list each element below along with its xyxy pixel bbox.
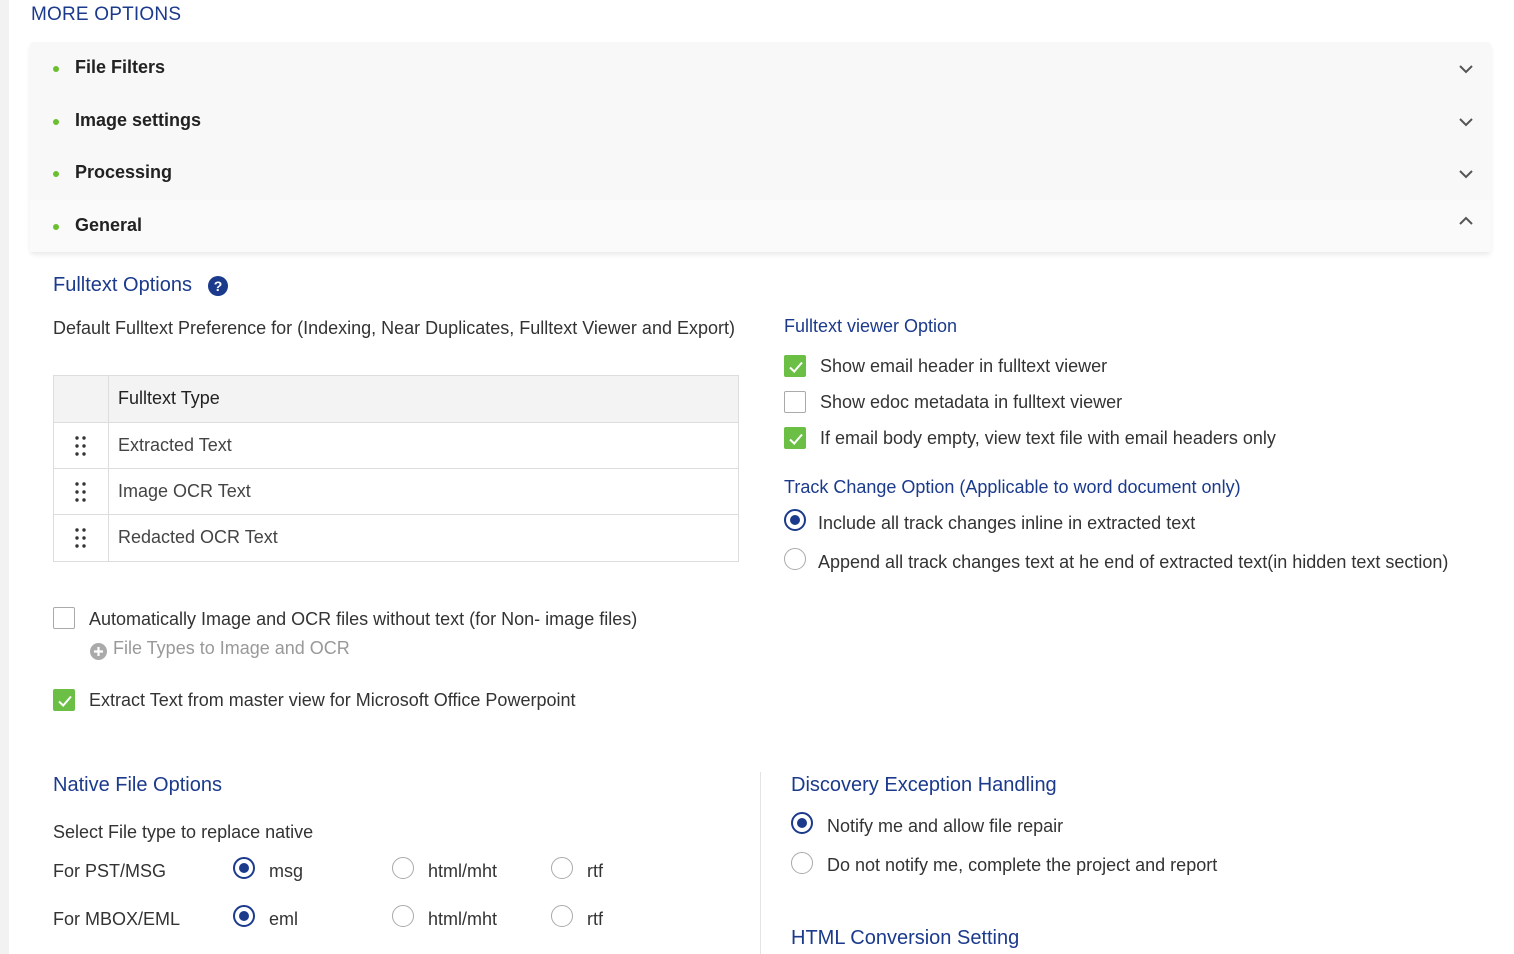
fulltext-type-cell: Image OCR Text [118,481,251,501]
column-divider [108,469,109,514]
table-header: Fulltext Type [54,376,738,423]
chevron-up-icon[interactable] [1459,214,1473,228]
table-row[interactable]: Redacted OCR Text [54,515,738,561]
auto-image-ocr-label: Automatically Image and OCR files withou… [89,609,638,629]
track-changes-inline-radio[interactable] [784,509,806,531]
extract-master-view-checkbox[interactable] [53,689,75,711]
table-row[interactable]: Extracted Text [54,423,738,469]
check-icon [789,361,803,373]
show-email-header-checkbox[interactable] [784,355,806,377]
plus-circle-icon[interactable] [90,643,107,660]
chevron-down-icon[interactable] [1459,115,1473,129]
email-body-empty-checkbox[interactable] [784,427,806,449]
accordion-label: File Filters [75,57,166,77]
left-rail [0,0,9,954]
bullet-icon [53,66,59,72]
accordion-item-general[interactable]: General [30,200,1491,252]
fulltext-options-title: Fulltext Options [53,274,192,296]
email-body-empty-label: If email body empty, view text file with… [820,428,1276,448]
pst-rtf-radio[interactable] [551,857,573,879]
drag-handle-icon[interactable] [74,527,88,549]
mbox-html-option-label: html/mht [428,909,498,929]
file-types-to-image-ocr-link[interactable]: File Types to Image and OCR [113,638,350,659]
options-accordion: File Filters Image settings Processing G… [30,42,1491,252]
mbox-rtf-option-label: rtf [587,909,603,929]
chevron-down-icon[interactable] [1459,62,1473,76]
track-change-option-title: Track Change Option (Applicable to word … [784,477,1241,497]
accordion-item-file-filters[interactable]: File Filters [30,42,1491,94]
fulltext-viewer-option-title: Fulltext viewer Option [784,316,958,336]
svg-text:?: ? [214,278,223,294]
bullet-icon [53,171,59,177]
notify-repair-label: Notify me and allow file repair [827,816,1064,836]
check-icon [789,433,803,445]
chevron-down-icon[interactable] [1459,167,1473,181]
column-divider [108,376,109,422]
accordion-item-image-settings[interactable]: Image settings [30,95,1491,147]
pst-msg-radio[interactable] [233,857,255,879]
track-changes-append-radio[interactable] [784,548,806,570]
do-not-notify-radio[interactable] [791,852,813,874]
pst-html-option-label: html/mht [428,861,498,881]
fulltext-type-cell: Extracted Text [118,435,232,455]
mbox-rtf-radio[interactable] [551,905,573,927]
fulltext-type-cell: Redacted OCR Text [118,527,278,547]
html-conversion-title: HTML Conversion Setting [791,927,1020,949]
track-changes-inline-label: Include all track changes inline in extr… [818,513,1196,533]
accordion-label: Processing [75,162,173,182]
mbox-eml-option-label: eml [269,909,299,929]
mbox-html-radio[interactable] [392,905,414,927]
bullet-icon [53,119,59,125]
select-file-type-label: Select File type to replace native [53,822,314,842]
column-divider [108,423,109,468]
column-divider [760,772,761,954]
pst-html-radio[interactable] [392,857,414,879]
track-changes-append-label: Append all track changes text at he end … [818,552,1449,572]
fulltext-type-header: Fulltext Type [118,388,220,408]
accordion-label: General [75,215,143,235]
table-row[interactable]: Image OCR Text [54,469,738,515]
notify-repair-radio[interactable] [791,812,813,834]
default-fulltext-preference-label: Default Fulltext Preference for (Indexin… [53,318,735,338]
extract-master-view-label: Extract Text from master view for Micros… [89,690,576,710]
help-icon[interactable]: ? [208,276,228,296]
mbox-eml-label: For MBOX/EML [53,909,181,929]
bullet-icon [53,224,59,230]
mbox-eml-radio[interactable] [233,905,255,927]
discovery-exception-title: Discovery Exception Handling [791,774,1057,796]
native-file-options-title: Native File Options [53,774,222,796]
show-edoc-metadata-checkbox[interactable] [784,391,806,413]
pst-rtf-option-label: rtf [587,861,603,881]
check-icon [58,695,72,707]
accordion-label: Image settings [75,110,202,130]
pst-msg-label: For PST/MSG [53,861,167,881]
show-edoc-metadata-label: Show edoc metadata in fulltext viewer [820,392,1123,412]
pst-msg-option-label: msg [269,861,304,881]
show-email-header-label: Show email header in fulltext viewer [820,356,1108,376]
drag-handle-icon[interactable] [74,481,88,503]
fulltext-type-table: Fulltext Type Extracted Text Image OCR T… [53,375,739,562]
more-options-title: MORE OPTIONS [31,4,182,25]
auto-image-ocr-checkbox[interactable] [53,607,75,629]
do-not-notify-label: Do not notify me, complete the project a… [827,855,1218,875]
column-divider [108,515,109,561]
accordion-item-processing[interactable]: Processing [30,147,1491,199]
drag-handle-icon[interactable] [74,435,88,457]
